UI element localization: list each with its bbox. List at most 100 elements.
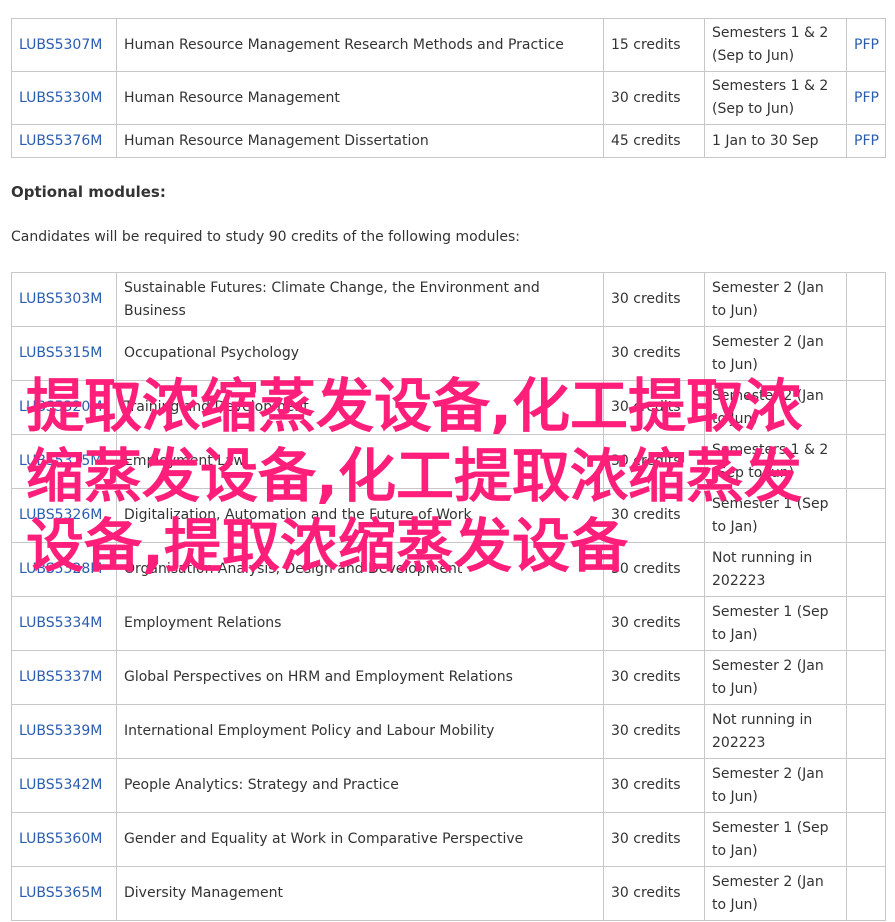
pfp-link[interactable]: PFP xyxy=(854,90,879,106)
pfp-link[interactable]: PFP xyxy=(854,37,879,53)
module-code-cell: LUBS5339M xyxy=(11,704,117,759)
pfp-cell xyxy=(846,380,886,435)
module-credits: 30 credits xyxy=(603,272,705,327)
module-semester: Semester 2 (Jan to Jun) xyxy=(704,758,847,813)
module-title: Gender and Equality at Work in Comparati… xyxy=(116,812,604,867)
module-code-cell: LUBS5360M xyxy=(11,812,117,867)
module-code-link[interactable]: LUBS5320M xyxy=(19,399,102,415)
module-credits: 30 credits xyxy=(603,326,705,381)
module-credits: 15 credits xyxy=(603,18,705,72)
table-row: LUBS5303M Sustainable Futures: Climate C… xyxy=(11,272,886,327)
module-title: Global Perspectives on HRM and Employmen… xyxy=(116,650,604,705)
module-credits: 30 credits xyxy=(603,380,705,435)
module-semester: Semester 2 (Jan to Jun) xyxy=(704,380,847,435)
module-title: Diversity Management xyxy=(116,866,604,921)
module-credits: 30 credits xyxy=(603,71,705,125)
core-modules-table: LUBS5307M Human Resource Management Rese… xyxy=(11,18,886,158)
pfp-cell xyxy=(846,866,886,921)
module-credits: 30 credits xyxy=(603,812,705,867)
module-semester: Semester 1 (Sep to Jan) xyxy=(704,596,847,651)
module-semester: Semesters 1 & 2 (Sep to Jun) xyxy=(704,18,847,72)
module-code-link[interactable]: LUBS5334M xyxy=(19,615,102,631)
module-code-link[interactable]: LUBS5337M xyxy=(19,669,102,685)
module-code-link[interactable]: LUBS5330M xyxy=(19,90,102,106)
module-code-cell: LUBS5315M xyxy=(11,326,117,381)
module-credits: 30 credits xyxy=(603,596,705,651)
table-row: LUBS5339M International Employment Polic… xyxy=(11,704,886,759)
module-semester: 1 Jan to 30 Sep xyxy=(704,124,847,158)
module-title: People Analytics: Strategy and Practice xyxy=(116,758,604,813)
module-credits: 45 credits xyxy=(603,124,705,158)
module-semester: Semester 2 (Jan to Jun) xyxy=(704,272,847,327)
pfp-cell xyxy=(846,812,886,867)
module-credits: 30 credits xyxy=(603,650,705,705)
module-title: Occupational Psychology xyxy=(116,326,604,381)
table-row: LUBS5334M Employment Relations 30 credit… xyxy=(11,596,886,651)
optional-modules-table: LUBS5303M Sustainable Futures: Climate C… xyxy=(11,272,886,921)
module-code-cell: LUBS5376M xyxy=(11,124,117,158)
pfp-cell xyxy=(846,272,886,327)
pfp-cell: PFP xyxy=(846,124,886,158)
module-credits: 30 credits xyxy=(603,866,705,921)
module-code-link[interactable]: LUBS5339M xyxy=(19,723,102,739)
module-semester: Semester 1 (Sep to Jan) xyxy=(704,812,847,867)
module-semester: Semester 2 (Jan to Jun) xyxy=(704,326,847,381)
table-row: LUBS5326M Digitalization, Automation and… xyxy=(11,488,886,543)
module-code-cell: LUBS5330M xyxy=(11,71,117,125)
table-row: LUBS5360M Gender and Equality at Work in… xyxy=(11,812,886,867)
table-row: LUBS5320M Training and Development 30 cr… xyxy=(11,380,886,435)
module-semester: Not running in 202223 xyxy=(704,704,847,759)
module-semester: Semester 2 (Jan to Jun) xyxy=(704,866,847,921)
module-code-link[interactable]: LUBS5307M xyxy=(19,37,102,53)
table-row: LUBS5315M Occupational Psychology 30 cre… xyxy=(11,326,886,381)
module-title: Human Resource Management Dissertation xyxy=(116,124,604,158)
module-code-link[interactable]: LUBS5360M xyxy=(19,831,102,847)
module-semester: Semesters 1 & 2 (Sep to Jun) xyxy=(704,71,847,125)
module-code-link[interactable]: LUBS5328M xyxy=(19,561,102,577)
module-title: Human Resource Management Research Metho… xyxy=(116,18,604,72)
module-code-cell: LUBS5303M xyxy=(11,272,117,327)
module-code-cell: LUBS5337M xyxy=(11,650,117,705)
page: LUBS5307M Human Resource Management Rese… xyxy=(0,0,895,922)
module-semester: Semester 1 (Sep to Jan) xyxy=(704,488,847,543)
module-code-cell: LUBS5325M xyxy=(11,434,117,489)
pfp-cell xyxy=(846,488,886,543)
pfp-cell xyxy=(846,434,886,489)
module-code-cell: LUBS5342M xyxy=(11,758,117,813)
table-row: LUBS5325M Employment Law 30 credits Seme… xyxy=(11,434,886,489)
module-title: Employment Relations xyxy=(116,596,604,651)
table-row: LUBS5328M Organisation Analysis, Design … xyxy=(11,542,886,597)
module-credits: 30 credits xyxy=(603,704,705,759)
module-code-link[interactable]: LUBS5342M xyxy=(19,777,102,793)
module-code-cell: LUBS5365M xyxy=(11,866,117,921)
pfp-cell xyxy=(846,596,886,651)
pfp-cell xyxy=(846,542,886,597)
module-credits: 30 credits xyxy=(603,434,705,489)
module-code-link[interactable]: LUBS5325M xyxy=(19,453,102,469)
optional-modules-intro: Candidates will be required to study 90 … xyxy=(11,229,520,245)
module-code-link[interactable]: LUBS5303M xyxy=(19,291,102,307)
module-title: Human Resource Management xyxy=(116,71,604,125)
module-title: International Employment Policy and Labo… xyxy=(116,704,604,759)
module-code-cell: LUBS5334M xyxy=(11,596,117,651)
table-row: LUBS5330M Human Resource Management 30 c… xyxy=(11,71,886,125)
table-row: LUBS5337M Global Perspectives on HRM and… xyxy=(11,650,886,705)
module-code-link[interactable]: LUBS5365M xyxy=(19,885,102,901)
pfp-cell xyxy=(846,326,886,381)
table-row: LUBS5376M Human Resource Management Diss… xyxy=(11,124,886,158)
pfp-cell: PFP xyxy=(846,18,886,72)
module-credits: 30 credits xyxy=(603,488,705,543)
module-code-link[interactable]: LUBS5315M xyxy=(19,345,102,361)
module-code-cell: LUBS5307M xyxy=(11,18,117,72)
pfp-cell xyxy=(846,650,886,705)
module-code-link[interactable]: LUBS5376M xyxy=(19,133,102,149)
module-title: Organisation Analysis, Design and Develo… xyxy=(116,542,604,597)
module-semester: Semesters 1 & 2 (Sep to Jun) xyxy=(704,434,847,489)
pfp-link[interactable]: PFP xyxy=(854,133,879,149)
optional-modules-heading: Optional modules: xyxy=(11,183,166,201)
module-title: Employment Law xyxy=(116,434,604,489)
module-code-cell: LUBS5328M xyxy=(11,542,117,597)
module-code-link[interactable]: LUBS5326M xyxy=(19,507,102,523)
module-code-cell: LUBS5326M xyxy=(11,488,117,543)
module-title: Digitalization, Automation and the Futur… xyxy=(116,488,604,543)
